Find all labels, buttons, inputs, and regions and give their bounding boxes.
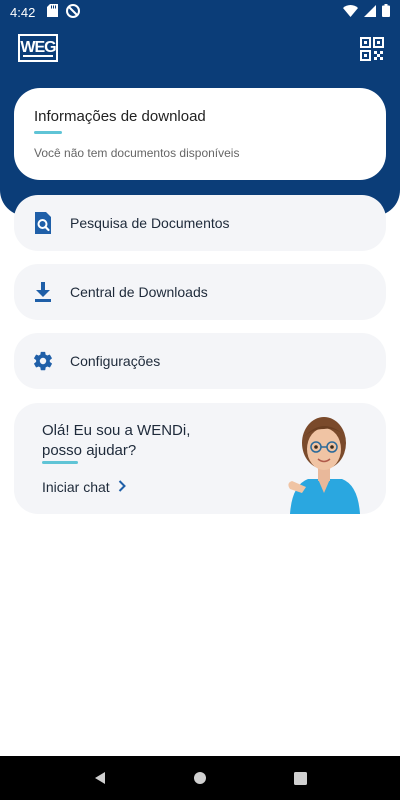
- menu-label-document-search: Pesquisa de Documentos: [70, 215, 230, 231]
- status-time: 4:42: [10, 4, 36, 20]
- do-not-disturb-icon: [66, 3, 81, 21]
- nav-home-button[interactable]: [180, 758, 220, 798]
- system-nav-bar: [0, 756, 400, 800]
- nav-back-button[interactable]: [80, 758, 120, 798]
- chevron-right-icon: [118, 479, 126, 495]
- download-info-card[interactable]: Informações de download Você não tem doc…: [14, 88, 386, 180]
- qr-code-button[interactable]: [360, 37, 384, 61]
- nav-recents-button[interactable]: [280, 758, 320, 798]
- download-info-subtitle: Você não tem documentos disponíveis: [34, 146, 240, 160]
- wifi-icon: [343, 4, 358, 20]
- wendi-greeting: Olá! Eu sou a WENDi, posso ajudar?: [42, 422, 191, 459]
- recents-icon: [293, 771, 307, 785]
- status-bar: 4:42: [0, 0, 400, 24]
- gear-icon: [32, 350, 54, 372]
- menu-label-settings: Configurações: [70, 353, 161, 369]
- qr-code-icon: [360, 37, 384, 61]
- sd-card-icon: [47, 4, 59, 20]
- signal-icon: [364, 4, 376, 20]
- document-search-icon: [32, 212, 54, 234]
- download-icon: [32, 281, 54, 303]
- accent-divider: [34, 131, 62, 134]
- battery-icon: [382, 4, 390, 20]
- start-chat-label: Iniciar chat: [42, 479, 110, 495]
- menu-item-downloads[interactable]: Central de Downloads: [14, 264, 386, 320]
- start-chat-link[interactable]: Iniciar chat: [42, 479, 126, 495]
- menu-item-document-search[interactable]: Pesquisa de Documentos: [14, 195, 386, 251]
- menu-item-settings[interactable]: Configurações: [14, 333, 386, 389]
- wendi-chat-card[interactable]: Olá! Eu sou a WENDi, posso ajudar? Inici…: [14, 403, 386, 514]
- weg-logo: WEG: [18, 34, 58, 62]
- wendi-avatar: [288, 417, 360, 514]
- menu-label-downloads: Central de Downloads: [70, 284, 208, 300]
- accent-divider: [42, 461, 78, 464]
- back-icon: [95, 772, 105, 784]
- download-info-title: Informações de download: [34, 108, 206, 125]
- home-icon: [194, 772, 206, 784]
